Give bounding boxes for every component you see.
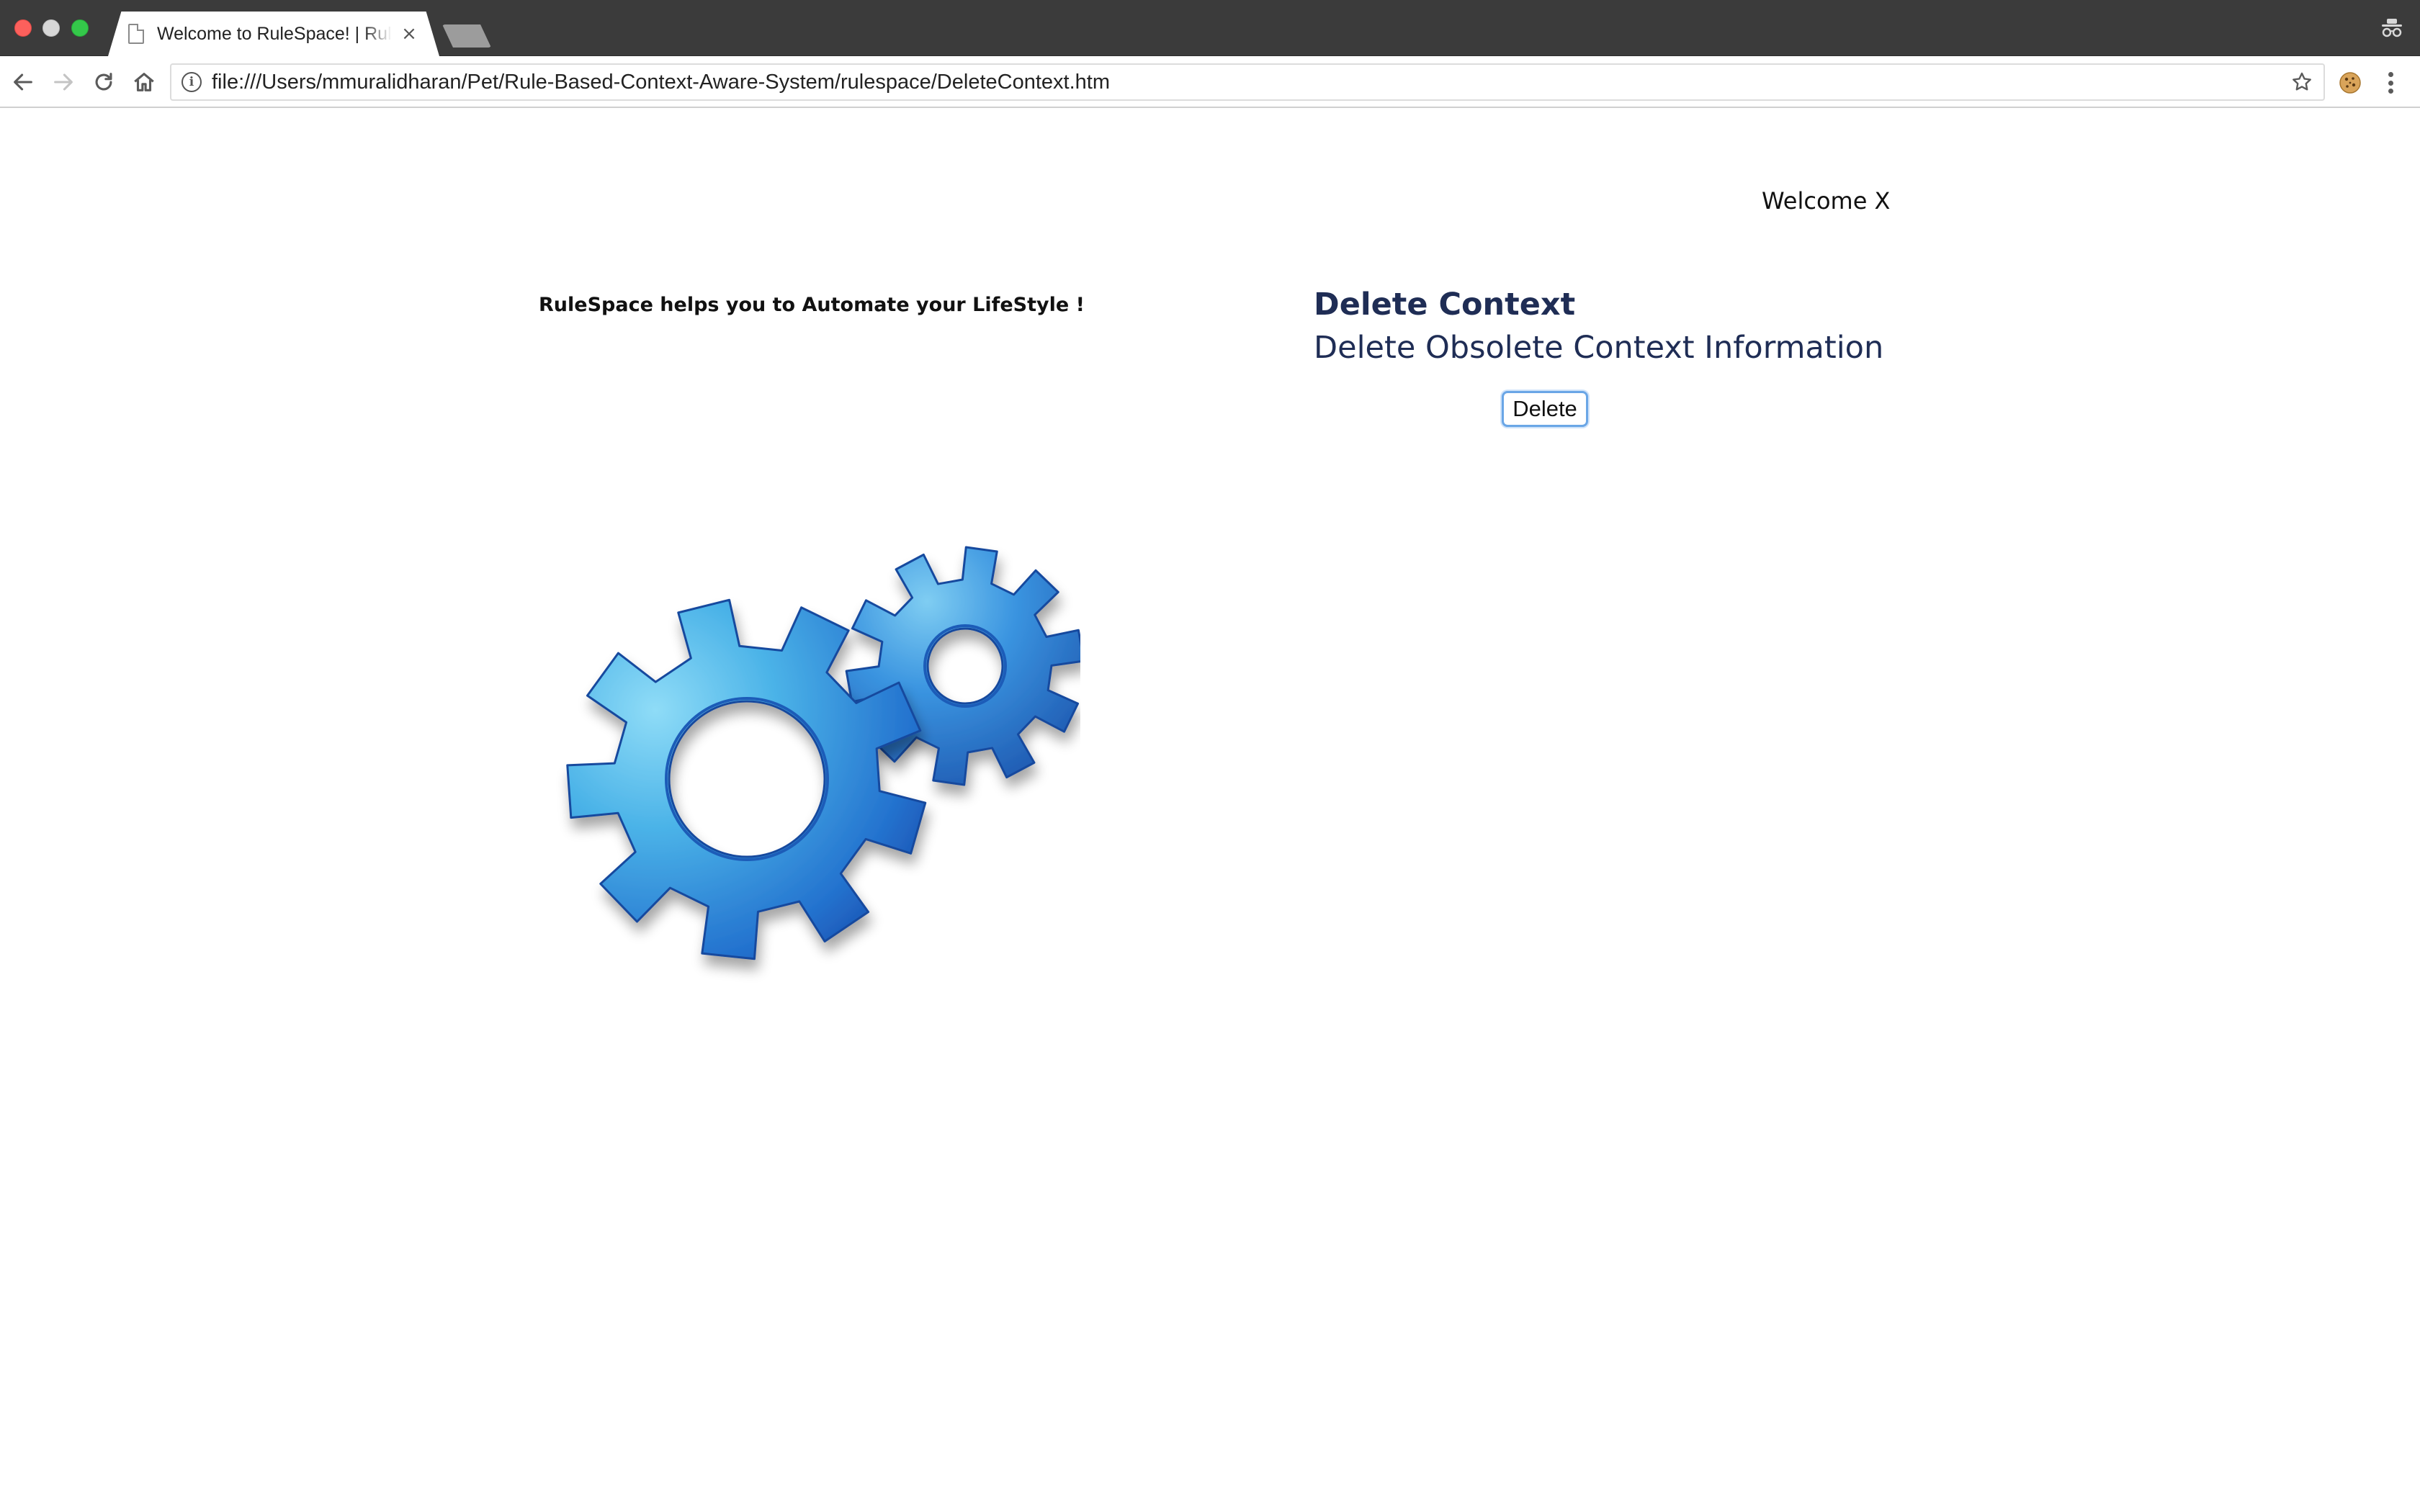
tagline: RuleSpace helps you to Automate your Lif…: [539, 294, 1085, 316]
browser-titlebar: Welcome to RuleSpace! | RuleSpace ×: [0, 0, 2420, 56]
more-menu-icon[interactable]: [2381, 69, 2400, 96]
home-icon: [134, 73, 154, 91]
welcome-text: Welcome X: [1762, 187, 1891, 215]
window-maximize-button[interactable]: [71, 19, 89, 37]
forward-button[interactable]: [48, 66, 79, 98]
page-subtitle: Delete Obsolete Context Information: [1314, 330, 1884, 366]
browser-tab-active[interactable]: Welcome to RuleSpace! | RuleSpace ×: [108, 12, 439, 56]
blue-gears-icon: [566, 546, 1080, 960]
back-arrow-icon: [14, 73, 32, 91]
forward-arrow-icon: [54, 73, 73, 91]
info-icon[interactable]: i: [182, 72, 202, 92]
browser-toolbar: i file:///Users/mmuralidharan/Pet/Rule-B…: [0, 56, 2420, 108]
incognito-icon: [2382, 19, 2402, 37]
page-title: Delete Context: [1314, 287, 1576, 323]
delete-button[interactable]: Delete: [1502, 391, 1588, 427]
page-icon: [128, 24, 144, 44]
big-gear-hub-ring: [664, 697, 830, 861]
back-button[interactable]: [7, 66, 39, 98]
window-close-button[interactable]: [14, 19, 32, 37]
window-minimize-button[interactable]: [42, 19, 60, 37]
tab-title: Welcome to RuleSpace! | RuleSpace: [157, 23, 392, 44]
reload-icon: [95, 73, 112, 91]
new-tab-button[interactable]: [442, 24, 491, 48]
page-content: Welcome X RuleSpace helps you to Automat…: [0, 108, 2420, 1512]
bookmark-star-icon[interactable]: [2287, 68, 2316, 96]
url-text[interactable]: file:///Users/mmuralidharan/Pet/Rule-Bas…: [212, 71, 2287, 94]
address-bar[interactable]: i file:///Users/mmuralidharan/Pet/Rule-B…: [170, 63, 2325, 101]
home-button[interactable]: [128, 66, 160, 98]
small-gear-hub-ring: [923, 624, 1008, 708]
cookie-extension-icon[interactable]: [2338, 71, 2362, 95]
reload-button[interactable]: [88, 66, 120, 98]
tab-close-icon[interactable]: ×: [399, 23, 419, 45]
